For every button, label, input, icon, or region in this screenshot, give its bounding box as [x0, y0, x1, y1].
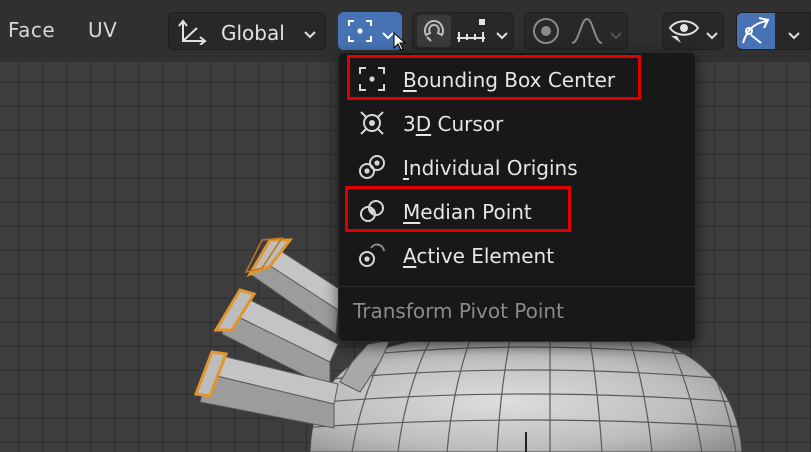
orientation-axes-icon — [177, 19, 207, 49]
chevron-down-icon — [495, 26, 509, 45]
menu-item-active-element[interactable]: Active Element — [339, 233, 695, 277]
menu-item-label: 3D Cursor — [403, 112, 504, 136]
menu-item-median-point[interactable]: Median Point — [339, 189, 695, 233]
snap-increment-icon[interactable] — [455, 16, 489, 50]
bounding-box-center-icon — [346, 18, 374, 48]
menu-title: Transform Pivot Point — [353, 299, 564, 323]
selectability-visibility-dropdown[interactable] — [662, 12, 724, 50]
menu-item-label: Individual Origins — [403, 156, 578, 180]
menu-item-label: Bounding Box Center — [403, 68, 616, 92]
3d-cursor-icon — [357, 109, 387, 137]
active-element-icon — [357, 241, 387, 269]
chevron-down-icon — [705, 26, 719, 45]
menu-item-label: Median Point — [403, 200, 532, 224]
median-point-icon — [357, 197, 387, 225]
proportional-editing-group — [524, 12, 628, 50]
menu-item-bounding-box-center[interactable]: Bounding Box Center — [339, 57, 695, 101]
orientation-label: Global — [221, 21, 285, 45]
falloff-curve-icon[interactable] — [569, 15, 605, 51]
chevron-down-icon — [609, 26, 623, 45]
menu-uv[interactable]: UV — [88, 18, 117, 42]
menu-face[interactable]: Face — [8, 18, 55, 42]
pivot-point-menu: Bounding Box Center 3D Cursor Individual… — [338, 52, 696, 342]
menu-divider — [339, 286, 695, 287]
gizmo-icon — [737, 13, 775, 49]
eye-icon — [667, 16, 701, 50]
individual-origins-icon — [357, 153, 387, 181]
gizmo-toggle[interactable] — [736, 12, 811, 50]
magnet-icon[interactable] — [417, 15, 451, 47]
menu-item-individual-origins[interactable]: Individual Origins — [339, 145, 695, 189]
menu-item-3d-cursor[interactable]: 3D Cursor — [339, 101, 695, 145]
transform-orientation-dropdown[interactable]: Global — [168, 12, 326, 50]
chevron-down-icon — [303, 25, 317, 44]
bounding-box-center-icon — [357, 65, 387, 93]
chevron-down-icon — [787, 26, 801, 45]
menu-item-label: Active Element — [403, 244, 555, 268]
snapping-group — [412, 12, 514, 50]
proportional-editing-icon[interactable] — [529, 15, 563, 51]
